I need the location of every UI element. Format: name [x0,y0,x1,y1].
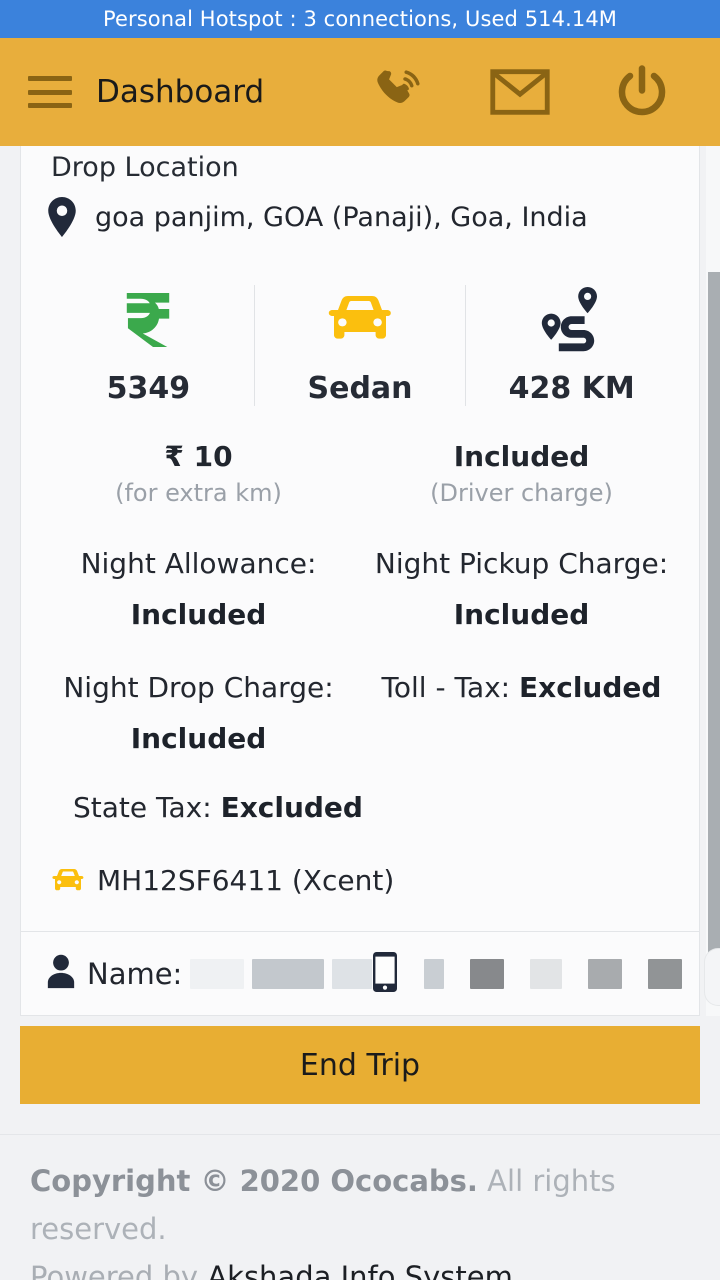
hamburger-icon[interactable] [28,76,72,108]
scrollbar-track[interactable] [706,146,720,1016]
redacted-block [470,958,505,989]
redacted-block [332,958,373,989]
powered-prefix: Powered by [30,1259,208,1280]
vehicle-value: MH12SF6411 (Xcent) [97,864,395,897]
passenger-name-group: Name: [43,953,373,995]
driver-charge-value: Included [453,440,590,473]
footer: Copyright © 2020 Ococabs. All rights res… [0,1136,720,1280]
night-drop-charge-value: Included [130,722,267,755]
vehicle-row: MH12SF6411 (Xcent) [37,864,683,897]
trip-details-card: Drop Location goa panjim, GOA (Panaji), … [20,146,700,1016]
toll-tax-block: Toll - Tax: Excluded [360,671,683,755]
car-icon [51,867,85,895]
redacted-block [252,958,325,989]
night-pickup-charge-label: Night Pickup Charge: [374,547,669,580]
hotspot-status-text: Personal Hotspot : 3 connections, Used 5… [102,7,618,31]
night-drop-charge-label: Night Drop Charge: [63,671,334,704]
redacted-block [530,958,563,989]
powered-company: Akshada Info System [207,1259,513,1280]
rupee-icon [121,285,175,355]
charges-row-1: Night Allowance: Included Night Pickup C… [37,547,683,631]
drop-location-value: goa panjim, GOA (Panaji), Goa, India [95,201,588,233]
passenger-row: Name: [21,931,699,1015]
passenger-name-label: Name: [87,956,183,991]
stat-vehicle-type: Sedan [253,285,466,406]
app-root: Personal Hotspot : 3 connections, Used 5… [0,0,720,1280]
toll-tax-value: Excluded [519,671,662,704]
content-gap [0,1104,720,1136]
state-tax-label: State Tax: [73,791,212,824]
passenger-phone-group[interactable] [372,951,699,997]
drop-location-row: goa panjim, GOA (Panaji), Goa, India [37,185,683,237]
trip-details-content: Drop Location goa panjim, GOA (Panaji), … [21,146,699,970]
extra-km-rate-block: ₹ 10 (for extra km) [37,440,360,507]
charges-row-2: Night Drop Charge: Included Toll - Tax: … [37,671,683,755]
state-tax-value: Excluded [220,791,363,824]
mobile-icon[interactable] [372,951,398,997]
stat-fare: 5349 [43,285,254,406]
stat-vehicle-type-value: Sedan [307,371,413,406]
powered-by-line: Powered by Akshada Info System [30,1254,690,1280]
redacted-block [424,958,445,989]
header-actions [366,60,692,124]
night-pickup-charge-block: Night Pickup Charge: Included [360,547,683,631]
extra-km-rate-value: ₹ 10 [164,440,233,473]
extra-km-rate-note: (for extra km) [115,479,282,507]
driver-charge-block: Included (Driver charge) [360,440,683,507]
stat-fare-value: 5349 [106,371,191,406]
call-icon[interactable] [366,60,430,124]
power-icon[interactable] [610,60,674,124]
driver-charge-note: (Driver charge) [430,479,613,507]
end-trip-button[interactable]: End Trip [20,1026,700,1104]
copyright-bold: Copyright © 2020 Ococabs. [30,1164,478,1198]
footer-divider [0,1134,720,1135]
mail-icon[interactable] [488,60,552,124]
night-pickup-charge-value: Included [453,598,590,631]
state-tax-block: State Tax: Excluded [37,791,683,824]
night-allowance-label: Night Allowance: [80,547,317,580]
fare-summary-row: ₹ 10 (for extra km) Included (Driver cha… [37,440,683,507]
stat-distance: 428 KM [465,285,677,406]
night-drop-charge-block: Night Drop Charge: Included [37,671,360,755]
copyright-line: Copyright © 2020 Ococabs. All rights res… [30,1158,690,1254]
edge-drawer-handle[interactable] [704,948,720,1006]
scrollbar-thumb[interactable] [708,272,720,1002]
redacted-block [648,958,683,989]
drop-location-label: Drop Location [51,152,239,183]
map-pin-icon [47,197,77,237]
app-header: Dashboard [0,38,720,146]
page-title: Dashboard [96,74,265,110]
redacted-block [190,958,245,989]
trip-stats: 5349 Sedan 428 KM [37,285,683,406]
toll-tax-label: Toll - Tax: [381,671,511,704]
route-icon [536,285,608,355]
stat-distance-value: 428 KM [508,371,635,406]
redacted-block [588,958,623,989]
car-icon [326,285,394,355]
person-icon [43,953,79,995]
night-allowance-block: Night Allowance: Included [37,547,360,631]
hotspot-status-bar: Personal Hotspot : 3 connections, Used 5… [0,0,720,38]
night-allowance-value: Included [130,598,267,631]
